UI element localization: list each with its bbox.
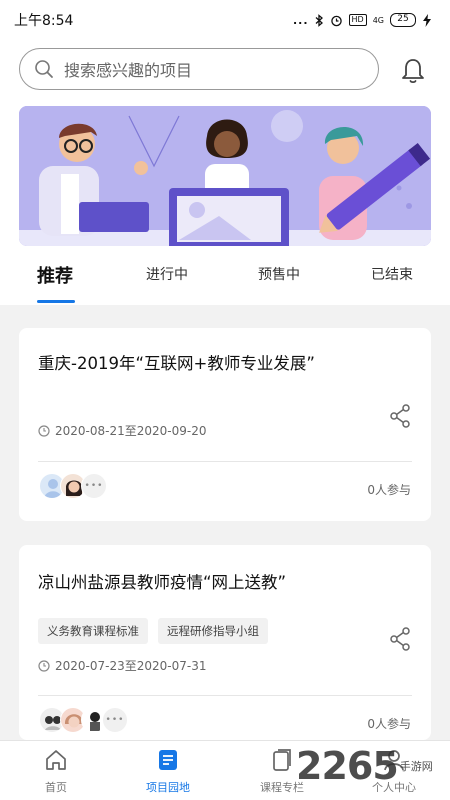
participant-count: 0人参与 [367, 717, 411, 731]
participant-count: 0人参与 [367, 483, 411, 497]
clock-icon [38, 659, 50, 672]
card-title[interactable]: 凉山州盐源县教师疫情“网上送教” [38, 569, 286, 593]
more-avatars-icon[interactable]: ••• [102, 707, 128, 733]
hd-icon: HD [348, 14, 367, 26]
status-time: 上午8:54 [14, 13, 74, 29]
status-icons: ... HD 4G 25 [293, 13, 432, 27]
share-icon[interactable] [389, 404, 411, 428]
watermark-text: 手游网 [399, 760, 433, 773]
tab-bar: 推荐 进行中 预售中 已结束 [0, 256, 450, 304]
banner-illustration [19, 106, 431, 246]
header: 搜索感兴趣的项目 推荐 进行中 预售中 已结束 [0, 40, 450, 305]
signal-icon: 4G [372, 15, 384, 25]
card-tag: 远程研修指导小组 [158, 618, 268, 644]
tab-ended[interactable]: 已结束 [371, 264, 413, 284]
charging-icon [423, 13, 431, 27]
participant-avatars: ••• [39, 473, 107, 499]
card-date: 2020-08-21至2020-09-20 [38, 422, 206, 439]
more-avatars-icon[interactable]: ••• [81, 473, 107, 499]
nav-home[interactable]: 首页 [16, 747, 96, 795]
project-card[interactable]: 凉山州盐源县教师疫情“网上送教” 义务教育课程标准 远程研修指导小组 2020-… [19, 545, 431, 740]
clock-icon [38, 424, 50, 437]
search-bar[interactable]: 搜索感兴趣的项目 [19, 48, 379, 90]
card-tag: 义务教育课程标准 [38, 618, 148, 644]
card-date-text: 2020-07-23至2020-07-31 [55, 659, 207, 673]
battery-icon: 25 [390, 13, 416, 27]
nav-projects[interactable]: 项目园地 [128, 747, 208, 795]
nav-projects-label: 项目园地 [146, 781, 190, 794]
banner[interactable] [19, 106, 431, 246]
search-input[interactable]: 搜索感兴趣的项目 [64, 57, 192, 81]
project-card[interactable]: 重庆-2019年“互联网+教师专业发展” 2020-08-21至2020-09-… [19, 328, 431, 521]
bluetooth-icon [315, 13, 323, 27]
search-icon [35, 60, 53, 78]
divider [38, 695, 412, 696]
nav-home-label: 首页 [45, 781, 67, 794]
status-bar: 上午8:54 ... HD 4G 25 [0, 0, 450, 40]
tab-presale[interactable]: 预售中 [258, 264, 300, 284]
card-date: 2020-07-23至2020-07-31 [38, 657, 206, 674]
share-icon[interactable] [389, 627, 411, 651]
course-icon [273, 749, 291, 771]
project-icon [159, 750, 177, 770]
more-dots-icon: ... [292, 13, 309, 27]
card-date-text: 2020-08-21至2020-09-20 [55, 424, 207, 438]
home-icon [46, 750, 66, 770]
bell-icon[interactable] [398, 56, 428, 86]
tab-indicator [37, 300, 75, 303]
tab-in-progress[interactable]: 进行中 [146, 264, 188, 284]
card-tags: 义务教育课程标准 远程研修指导小组 [38, 618, 268, 644]
watermark: 2265 手游网 [296, 744, 433, 788]
divider [38, 461, 412, 462]
participant-avatars: ••• [39, 707, 128, 733]
alarm-icon [330, 15, 342, 26]
watermark-number: 2265 [296, 744, 399, 788]
card-title[interactable]: 重庆-2019年“互联网+教师专业发展” [38, 350, 315, 374]
tab-recommended[interactable]: 推荐 [37, 262, 73, 288]
